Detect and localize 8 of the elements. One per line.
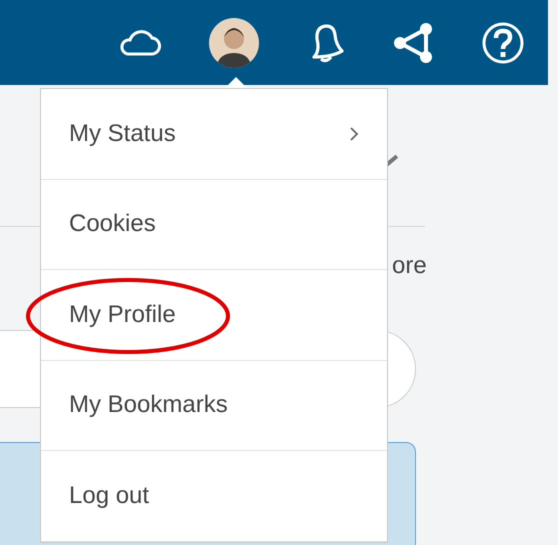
menu-item[interactable]: My Bookmarks — [41, 360, 387, 451]
help-icon[interactable] — [482, 22, 524, 64]
menu-item[interactable]: My Profile — [41, 270, 387, 360]
menu-item[interactable]: Log out — [41, 451, 387, 542]
menu-item[interactable]: Cookies — [41, 180, 387, 270]
page-text: ore — [392, 252, 427, 280]
menu-item[interactable]: My Status — [41, 89, 387, 180]
cloud-icon[interactable] — [118, 28, 162, 58]
